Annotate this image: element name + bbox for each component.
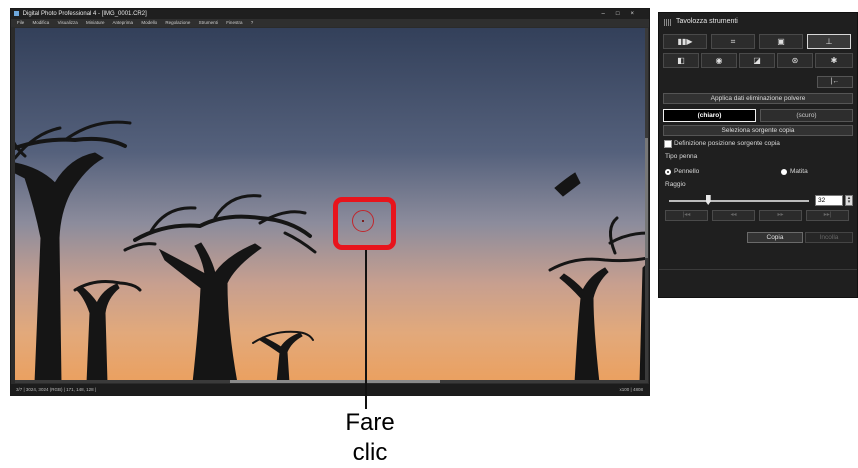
app-icon: [14, 10, 19, 16]
status-bar: 3/7 | 3024, 3024 (RGB) | 171, 148, 128 |…: [11, 384, 649, 395]
maximize-button[interactable]: □: [616, 11, 631, 17]
brush-label: Pennello: [674, 168, 700, 175]
tab-histogram[interactable]: ▮▮▶: [663, 34, 707, 49]
tab-image-adjust[interactable]: ▣: [759, 34, 803, 49]
image-canvas[interactable]: [15, 28, 648, 383]
horizontal-scrollbar[interactable]: [15, 380, 645, 383]
menu-help[interactable]: ?: [251, 20, 254, 25]
menu-thumbnails[interactable]: Miniature: [86, 20, 105, 25]
stamp-cursor-center: [362, 220, 364, 222]
tab-settings[interactable]: ✱: [815, 53, 853, 68]
tab-color[interactable]: ⊛: [777, 53, 813, 68]
close-button[interactable]: ×: [630, 11, 645, 17]
pencil-label: Matita: [790, 168, 808, 175]
sunset-baobab-photo: [15, 28, 648, 383]
histogram-icon: ▮▮▶: [677, 37, 693, 46]
callout-line: [365, 250, 367, 409]
title-bar: Digital Photo Professional 4 - [IMG_0001…: [11, 9, 649, 19]
pencil-radio[interactable]: [781, 169, 787, 175]
vertical-scrollbar[interactable]: [645, 28, 648, 383]
lens-correction-icon: ◉: [715, 56, 723, 65]
nav-first-button[interactable]: |◂◂: [665, 210, 708, 221]
photo-editor-window: Digital Photo Professional 4 - [IMG_0001…: [10, 8, 650, 396]
menu-window[interactable]: Finestra: [226, 20, 242, 25]
apply-dust-delete-button[interactable]: Applica dati eliminazione polvere: [663, 93, 853, 104]
tab-stamp-tool[interactable]: ⊥: [807, 34, 851, 49]
stamp-tool-icon: ⊥: [825, 37, 833, 46]
menu-adjustment[interactable]: Regolazione: [165, 20, 190, 25]
settings-icon: ✱: [830, 56, 838, 65]
tab-tone-curve[interactable]: ◪: [739, 53, 775, 68]
revert-button[interactable]: |←: [817, 76, 853, 88]
define-source-checkbox[interactable]: [664, 140, 672, 148]
select-copy-source-button[interactable]: Seleziona sorgente copia: [663, 125, 853, 136]
radius-slider-thumb[interactable]: [705, 195, 711, 205]
menu-view[interactable]: Visualizza: [58, 20, 78, 25]
undo-icon: |←: [830, 78, 840, 85]
tone-curve-icon: ◪: [753, 56, 761, 65]
menu-bar: File Modifica Visualizza Miniature Antep…: [11, 19, 649, 27]
tab-picture-style[interactable]: ◧: [663, 53, 699, 68]
pen-type-label: Tipo penna: [665, 153, 698, 160]
minimize-button[interactable]: –: [602, 11, 616, 17]
menu-tools[interactable]: Strumenti: [199, 20, 218, 25]
tool-palette: Tavolozza strumenti ▮▮▶ ⌗ ▣ ⊥ ◧ ◉ ◪ ⊛ ✱ …: [658, 12, 858, 298]
tab-lens-correction[interactable]: ◉: [701, 53, 737, 68]
nav-next-button[interactable]: ▸▸: [759, 210, 802, 221]
drag-grip-icon[interactable]: [664, 19, 671, 26]
brush-radio[interactable]: [665, 169, 671, 175]
tab-crop[interactable]: ⌗: [711, 34, 755, 49]
vertical-scroll-thumb[interactable]: [645, 138, 648, 258]
palette-separator: [659, 269, 857, 270]
palette-tabs-row-2: ◧ ◉ ◪ ⊛ ✱: [663, 53, 853, 68]
menu-preview[interactable]: Anteprima: [113, 20, 134, 25]
dark-button[interactable]: (scuro): [760, 109, 853, 122]
palette-tabs-row-1: ▮▮▶ ⌗ ▣ ⊥: [663, 34, 853, 49]
callout-label: Fare clic: [345, 409, 395, 466]
palette-title: Tavolozza strumenti: [676, 18, 738, 25]
menu-edit[interactable]: Modifica: [33, 20, 50, 25]
image-adjust-icon: ▣: [777, 37, 785, 46]
status-info: 3/7 | 3024, 3024 (RGB) | 171, 148, 128 |: [16, 387, 97, 392]
window-title: Digital Photo Professional 4 - [IMG_0001…: [22, 11, 147, 17]
window-controls: –□×: [602, 9, 645, 19]
menu-recipe[interactable]: Modello: [141, 20, 157, 25]
color-wheel-icon: ⊛: [791, 56, 799, 65]
crop-icon: ⌗: [730, 37, 736, 46]
picture-style-icon: ◧: [677, 56, 685, 65]
palette-title-bar[interactable]: Tavolozza strumenti: [659, 13, 857, 31]
radius-input[interactable]: 32: [815, 195, 843, 206]
nav-last-button[interactable]: ▸▸|: [806, 210, 849, 221]
nav-prev-button[interactable]: ◂◂: [712, 210, 755, 221]
copy-button[interactable]: Copia: [747, 232, 803, 243]
menu-file[interactable]: File: [17, 20, 24, 25]
radius-slider[interactable]: [669, 200, 809, 202]
radius-spinner[interactable]: ▴ ▾: [845, 195, 853, 206]
define-source-label: Definizione posizione sorgente copia: [674, 140, 780, 147]
radius-label: Raggio: [665, 181, 686, 188]
status-zoom: x100 | 4808: [619, 387, 643, 392]
paste-button[interactable]: Incolla: [805, 232, 853, 243]
horizontal-scroll-thumb[interactable]: [230, 380, 440, 383]
light-button[interactable]: (chiaro): [663, 109, 756, 122]
